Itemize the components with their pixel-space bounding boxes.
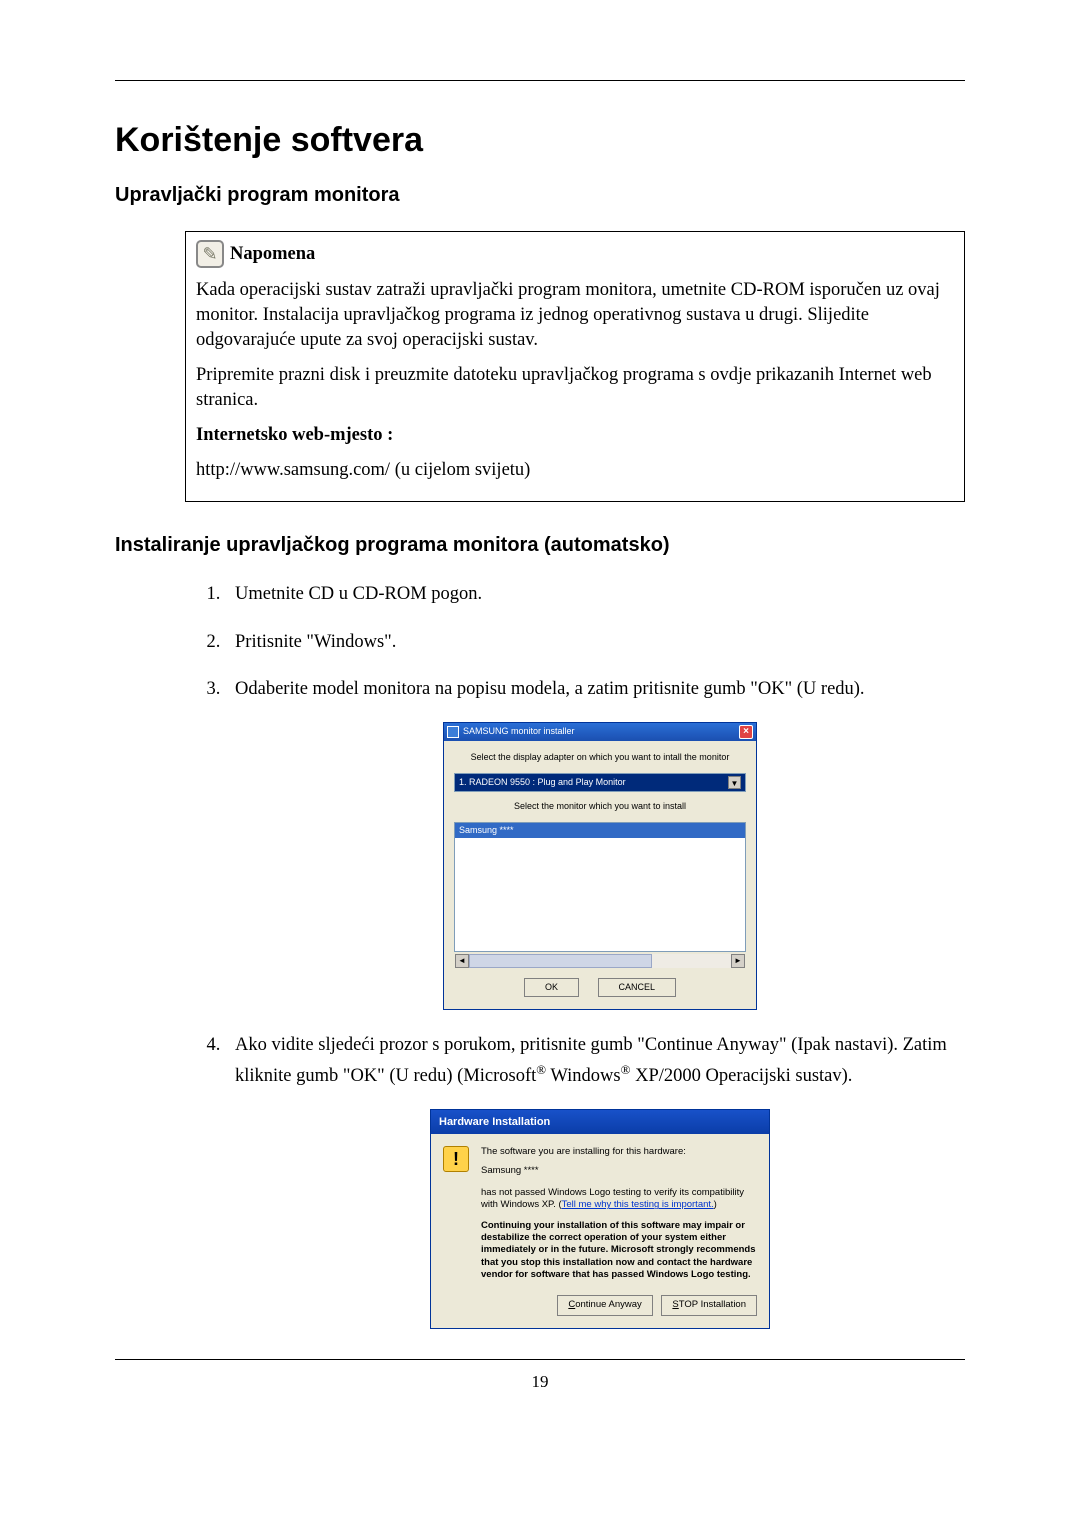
hw-intro: The software you are installing for this… <box>481 1146 757 1158</box>
hw-name: Samsung **** <box>481 1165 757 1177</box>
step-3: Odaberite model monitora na popisu model… <box>225 676 965 1010</box>
dialog2-buttons: Continue Anyway STOP Installation <box>431 1295 769 1327</box>
dialog-buttons: OK CANCEL <box>454 978 746 998</box>
app-icon <box>447 726 459 738</box>
step-4-text-b: Windows <box>546 1066 620 1086</box>
heading-driver: Upravljački program monitora <box>115 184 965 207</box>
continue-rest: ontinue Anyway <box>575 1299 642 1310</box>
note-header: ✎ Napomena <box>196 240 954 268</box>
monitor-list[interactable]: Samsung **** <box>454 822 746 952</box>
page-number: 19 <box>115 1372 965 1392</box>
step-2: Pritisnite "Windows". <box>225 629 965 657</box>
warning-icon: ! <box>443 1146 469 1172</box>
warning-text: Continuing your installation of this sof… <box>481 1220 757 1282</box>
stop-installation-button[interactable]: STOP Installation <box>661 1295 757 1315</box>
dialog-title: SAMSUNG monitor installer <box>463 725 575 739</box>
adapter-select[interactable]: 1. RADEON 9550 : Plug and Play Monitor ▼ <box>454 773 746 793</box>
heading-install: Instaliranje upravljačkog programa monit… <box>115 534 965 557</box>
horizontal-scrollbar[interactable]: ◄ ► <box>454 954 746 968</box>
cancel-button[interactable]: CANCEL <box>598 978 677 998</box>
logo-link[interactable]: Tell me why this testing is important. <box>562 1199 714 1210</box>
scroll-track[interactable] <box>469 954 731 968</box>
continue-anyway-button[interactable]: Continue Anyway <box>557 1295 652 1315</box>
dialog-body: Select the display adapter on which you … <box>444 741 756 1009</box>
note-icon: ✎ <box>196 240 224 268</box>
rule-top <box>115 80 965 81</box>
dialog-titlebar: SAMSUNG monitor installer × <box>444 723 756 741</box>
adapter-select-value: 1. RADEON 9550 : Plug and Play Monitor <box>459 776 626 790</box>
reg-mark-2: ® <box>621 1062 631 1077</box>
installer-dialog: SAMSUNG monitor installer × Select the d… <box>443 722 757 1010</box>
logo-text-2: ) <box>714 1199 717 1210</box>
note-p1: Kada operacijski sustav zatraži upravlja… <box>196 278 954 353</box>
adapter-label: Select the display adapter on which you … <box>454 751 746 765</box>
note-box: ✎ Napomena Kada operacijski sustav zatra… <box>185 231 965 502</box>
note-website-label: Internetsko web-mjesto : <box>196 423 954 448</box>
stop-rest: TOP Installation <box>679 1299 746 1310</box>
page: Korištenje softvera Upravljački program … <box>0 0 1080 1527</box>
scroll-right-icon[interactable]: ► <box>731 954 745 968</box>
note-title: Napomena <box>230 242 315 267</box>
step-1: Umetnite CD u CD-ROM pogon. <box>225 581 965 609</box>
close-icon[interactable]: × <box>739 725 753 739</box>
reg-mark: ® <box>536 1062 546 1077</box>
scroll-left-icon[interactable]: ◄ <box>455 954 469 968</box>
step-3-text: Odaberite model monitora na popisu model… <box>235 679 865 699</box>
steps-list: Umetnite CD u CD-ROM pogon. Pritisnite "… <box>185 581 965 1329</box>
step-4: Ako vidite sljedeći prozor s porukom, pr… <box>225 1032 965 1329</box>
logo-test-text: has not passed Windows Logo testing to v… <box>481 1187 757 1212</box>
note-website-url: http://www.samsung.com/ (u cijelom svije… <box>196 458 954 483</box>
ok-button[interactable]: OK <box>524 978 579 998</box>
chevron-down-icon[interactable]: ▼ <box>728 776 741 789</box>
heading-1: Korištenje softvera <box>115 121 965 160</box>
scroll-thumb[interactable] <box>469 954 652 968</box>
dialog2-body: ! The software you are installing for th… <box>431 1134 769 1295</box>
hardware-installation-dialog: Hardware Installation ! The software you… <box>430 1109 770 1329</box>
monitor-label: Select the monitor which you want to ins… <box>454 800 746 814</box>
list-item[interactable]: Samsung **** <box>455 823 745 839</box>
rule-bottom <box>115 1359 965 1360</box>
dialog2-title: Hardware Installation <box>431 1110 769 1135</box>
note-p2: Pripremite prazni disk i preuzmite datot… <box>196 363 954 413</box>
dialog2-text: The software you are installing for this… <box>481 1146 757 1281</box>
step-4-text-c: XP/2000 Operacijski sustav). <box>630 1066 852 1086</box>
